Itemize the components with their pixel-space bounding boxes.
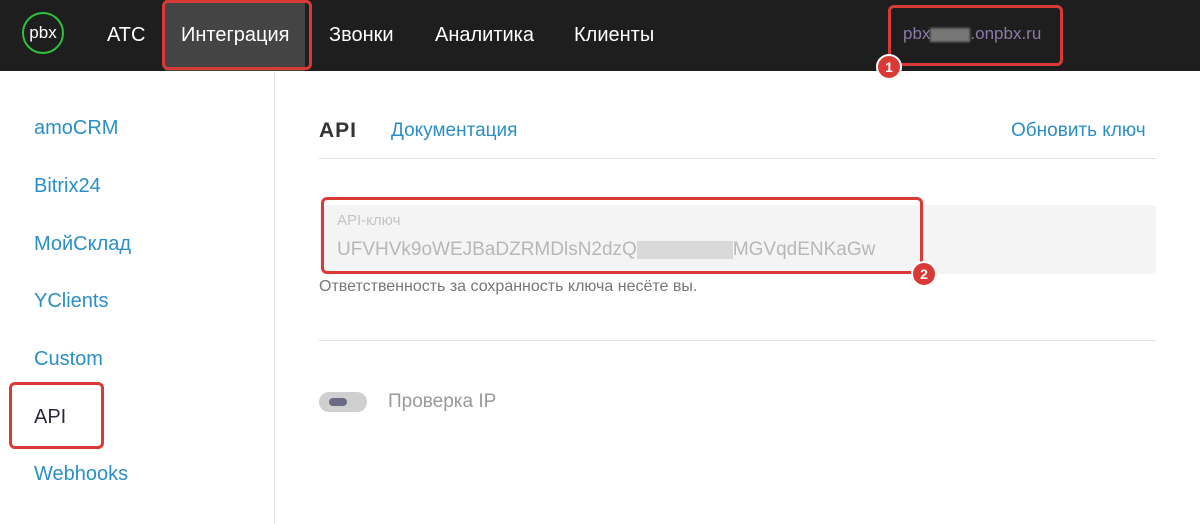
toggle-knob xyxy=(329,398,347,406)
annotation-badge-1: 1 xyxy=(876,54,902,80)
highlight-domain xyxy=(888,5,1063,66)
nav-item-calls[interactable]: Звонки xyxy=(329,0,394,71)
sidebar: amoCRM Bitrix24 МойСклад YClients Custom… xyxy=(0,71,275,524)
pbx-logo[interactable]: pbx xyxy=(22,12,64,54)
refresh-key-link[interactable]: Обновить ключ xyxy=(1011,120,1146,142)
api-key-hint: Ответственность за сохранность ключа нес… xyxy=(319,278,698,295)
page-title: API xyxy=(319,119,358,142)
sidebar-item-custom[interactable]: Custom xyxy=(34,348,103,371)
documentation-link[interactable]: Документация xyxy=(391,120,517,142)
sidebar-item-yclients[interactable]: YClients xyxy=(34,290,108,313)
ip-check-label: Проверка IP xyxy=(388,391,497,412)
sidebar-item-moysklad[interactable]: МойСклад xyxy=(34,233,131,256)
nav-item-ats[interactable]: АТС xyxy=(107,0,145,71)
ip-check-toggle[interactable] xyxy=(319,392,367,412)
annotation-badge-2: 2 xyxy=(911,261,937,287)
divider xyxy=(319,340,1156,341)
divider xyxy=(319,158,1156,159)
highlight-api-key xyxy=(321,197,923,274)
highlight-integration xyxy=(162,0,312,70)
nav-item-analytics[interactable]: Аналитика xyxy=(435,0,534,71)
nav-item-clients[interactable]: Клиенты xyxy=(574,0,654,71)
highlight-api-sidebar xyxy=(9,382,104,449)
sidebar-item-amocrm[interactable]: amoCRM xyxy=(34,117,118,140)
sidebar-item-bitrix24[interactable]: Bitrix24 xyxy=(34,175,101,198)
sidebar-item-webhooks[interactable]: Webhooks xyxy=(34,463,128,486)
logo-text: pbx xyxy=(29,23,57,42)
